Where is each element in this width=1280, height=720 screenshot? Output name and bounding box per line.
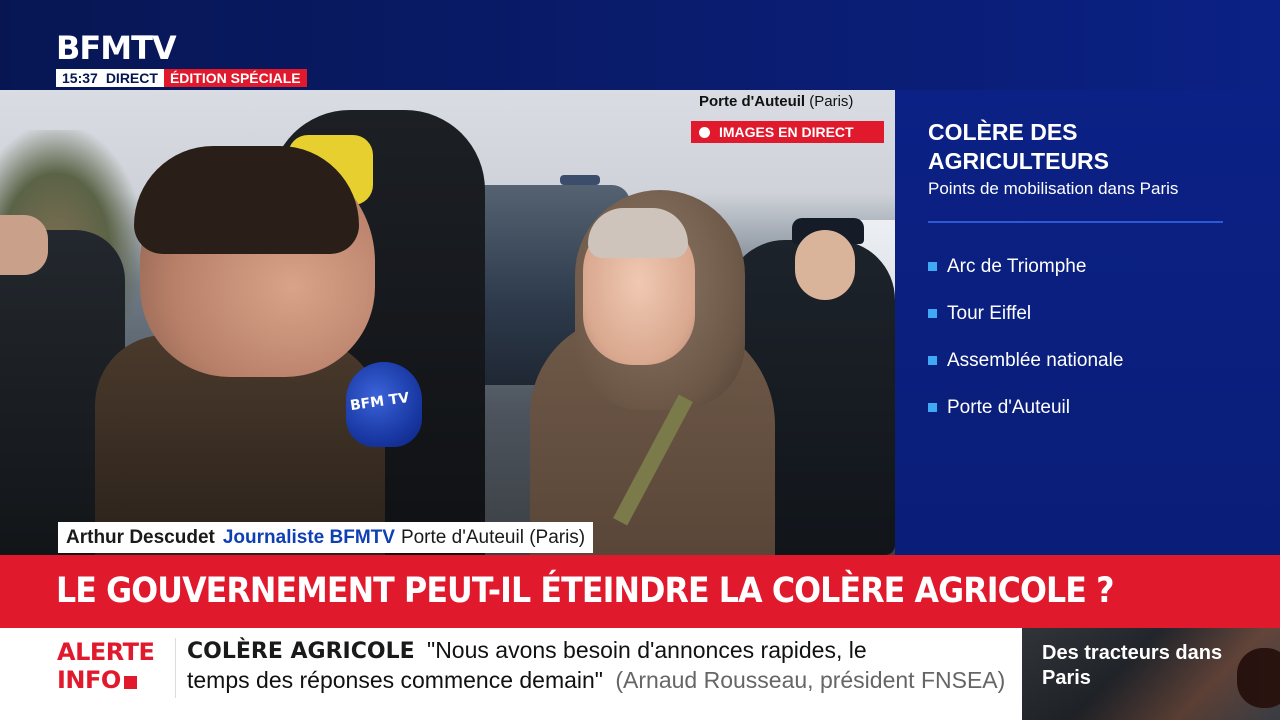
panel-divider (928, 221, 1223, 223)
location-city: (Paris) (809, 93, 854, 110)
square-bullet-icon (928, 262, 937, 271)
speaker-caption: Arthur Descudet Journaliste BFMTV Porte … (58, 522, 594, 553)
ticker-topic: COLÈRE AGRICOLE (187, 639, 415, 664)
ticker-attribution: (Arnaud Rousseau, président FNSEA) (615, 667, 1006, 693)
speaker-name: Arthur Descudet (66, 527, 215, 548)
woman-hair (588, 208, 688, 258)
panel-subtitle: Points de mobilisation dans Paris (928, 179, 1179, 198)
officer-left-face (0, 215, 48, 275)
live-dot-icon (699, 126, 710, 138)
teaser-text: Des tracteurs dans Paris (1042, 642, 1223, 689)
journalist-hair (134, 146, 359, 254)
panel-title: COLÈRE DES AGRICULTEURS (928, 119, 1110, 174)
ticker-divider (175, 638, 176, 698)
list-item: Porte d'Auteuil (928, 384, 1123, 431)
alert-line-1: ALERTE (57, 638, 155, 666)
info-panel: COLÈRE DES AGRICULTEURS Points de mobili… (895, 90, 1280, 555)
location-name: Porte d'Auteuil (699, 93, 806, 110)
officer-face (795, 230, 855, 300)
broadcast-meta: 15:37 DIRECT ÉDITION SPÉCIALE (56, 69, 307, 87)
ticker-quote-line-1: "Nous avons besoin d'annonces rapides, l… (427, 637, 867, 663)
list-item: Assemblée nationale (928, 337, 1123, 384)
alert-info-label: ALERTE INFO (57, 638, 155, 694)
ticker-line-1: COLÈRE AGRICOLE "Nous avons besoin d'ann… (187, 636, 1027, 666)
list-item-label: Tour Eiffel (947, 302, 1032, 324)
van-siren (560, 175, 600, 185)
list-item-label: Arc de Triomphe (947, 255, 1087, 277)
edition-badge: ÉDITION SPÉCIALE (163, 69, 307, 87)
alert-line-2-text: INFO (57, 666, 121, 694)
live-label: IMAGES EN DIRECT (719, 124, 854, 140)
channel-logo: BFMTV (56, 29, 177, 67)
clock: 15:37 (56, 69, 104, 87)
live-badge: IMAGES EN DIRECT (691, 121, 884, 143)
mobilisation-list: Arc de Triomphe Tour Eiffel Assemblée na… (928, 243, 1123, 431)
square-bullet-icon (928, 309, 937, 318)
list-item-label: Porte d'Auteuil (947, 396, 1070, 418)
video-location: Porte d'Auteuil (Paris) (699, 92, 853, 112)
list-item: Tour Eiffel (928, 290, 1123, 337)
square-bullet-icon (928, 356, 937, 365)
speaker-location: Porte d'Auteuil (Paris) (400, 527, 586, 548)
channel-header: BFMTV 15:37 DIRECT ÉDITION SPÉCIALE (0, 0, 1280, 90)
headline-band: LE GOUVERNEMENT PEUT-IL ÉTEINDRE LA COLÈ… (0, 555, 1280, 628)
list-item: Arc de Triomphe (928, 243, 1123, 290)
list-item-label: Assemblée nationale (947, 349, 1124, 371)
red-square-icon (123, 676, 137, 689)
ticker-line-2: temps des réponses commence demain" (Arn… (187, 666, 1027, 695)
alert-line-2: INFO (57, 666, 154, 694)
headline-text: LE GOUVERNEMENT PEUT-IL ÉTEINDRE LA COLÈ… (56, 571, 1114, 611)
speaker-role: Journaliste BFMTV (222, 527, 395, 548)
live-video: BFM TV (0, 90, 895, 555)
direct-label: DIRECT (103, 69, 164, 87)
ticker-message: COLÈRE AGRICOLE "Nous avons besoin d'ann… (187, 636, 1027, 695)
next-story-teaser: Des tracteurs dans Paris (1022, 628, 1280, 720)
ticker-quote-line-2: temps des réponses commence demain" (187, 667, 603, 693)
square-bullet-icon (928, 403, 937, 412)
